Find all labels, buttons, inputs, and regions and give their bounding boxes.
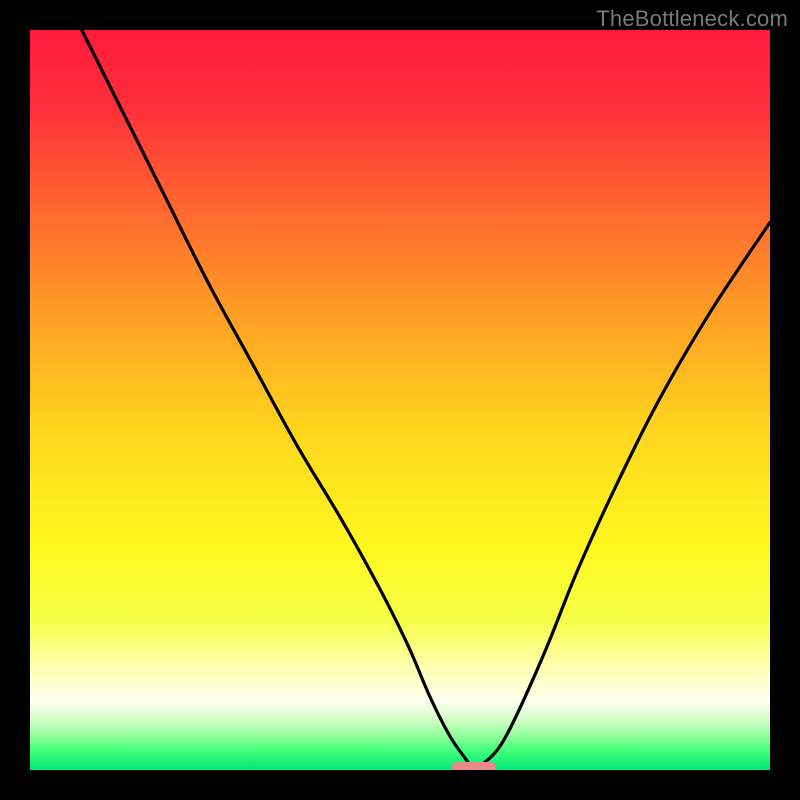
chart-frame	[30, 30, 770, 770]
bottleneck-chart	[30, 30, 770, 770]
watermark-text: TheBottleneck.com	[596, 6, 788, 32]
optimal-marker	[452, 762, 496, 770]
